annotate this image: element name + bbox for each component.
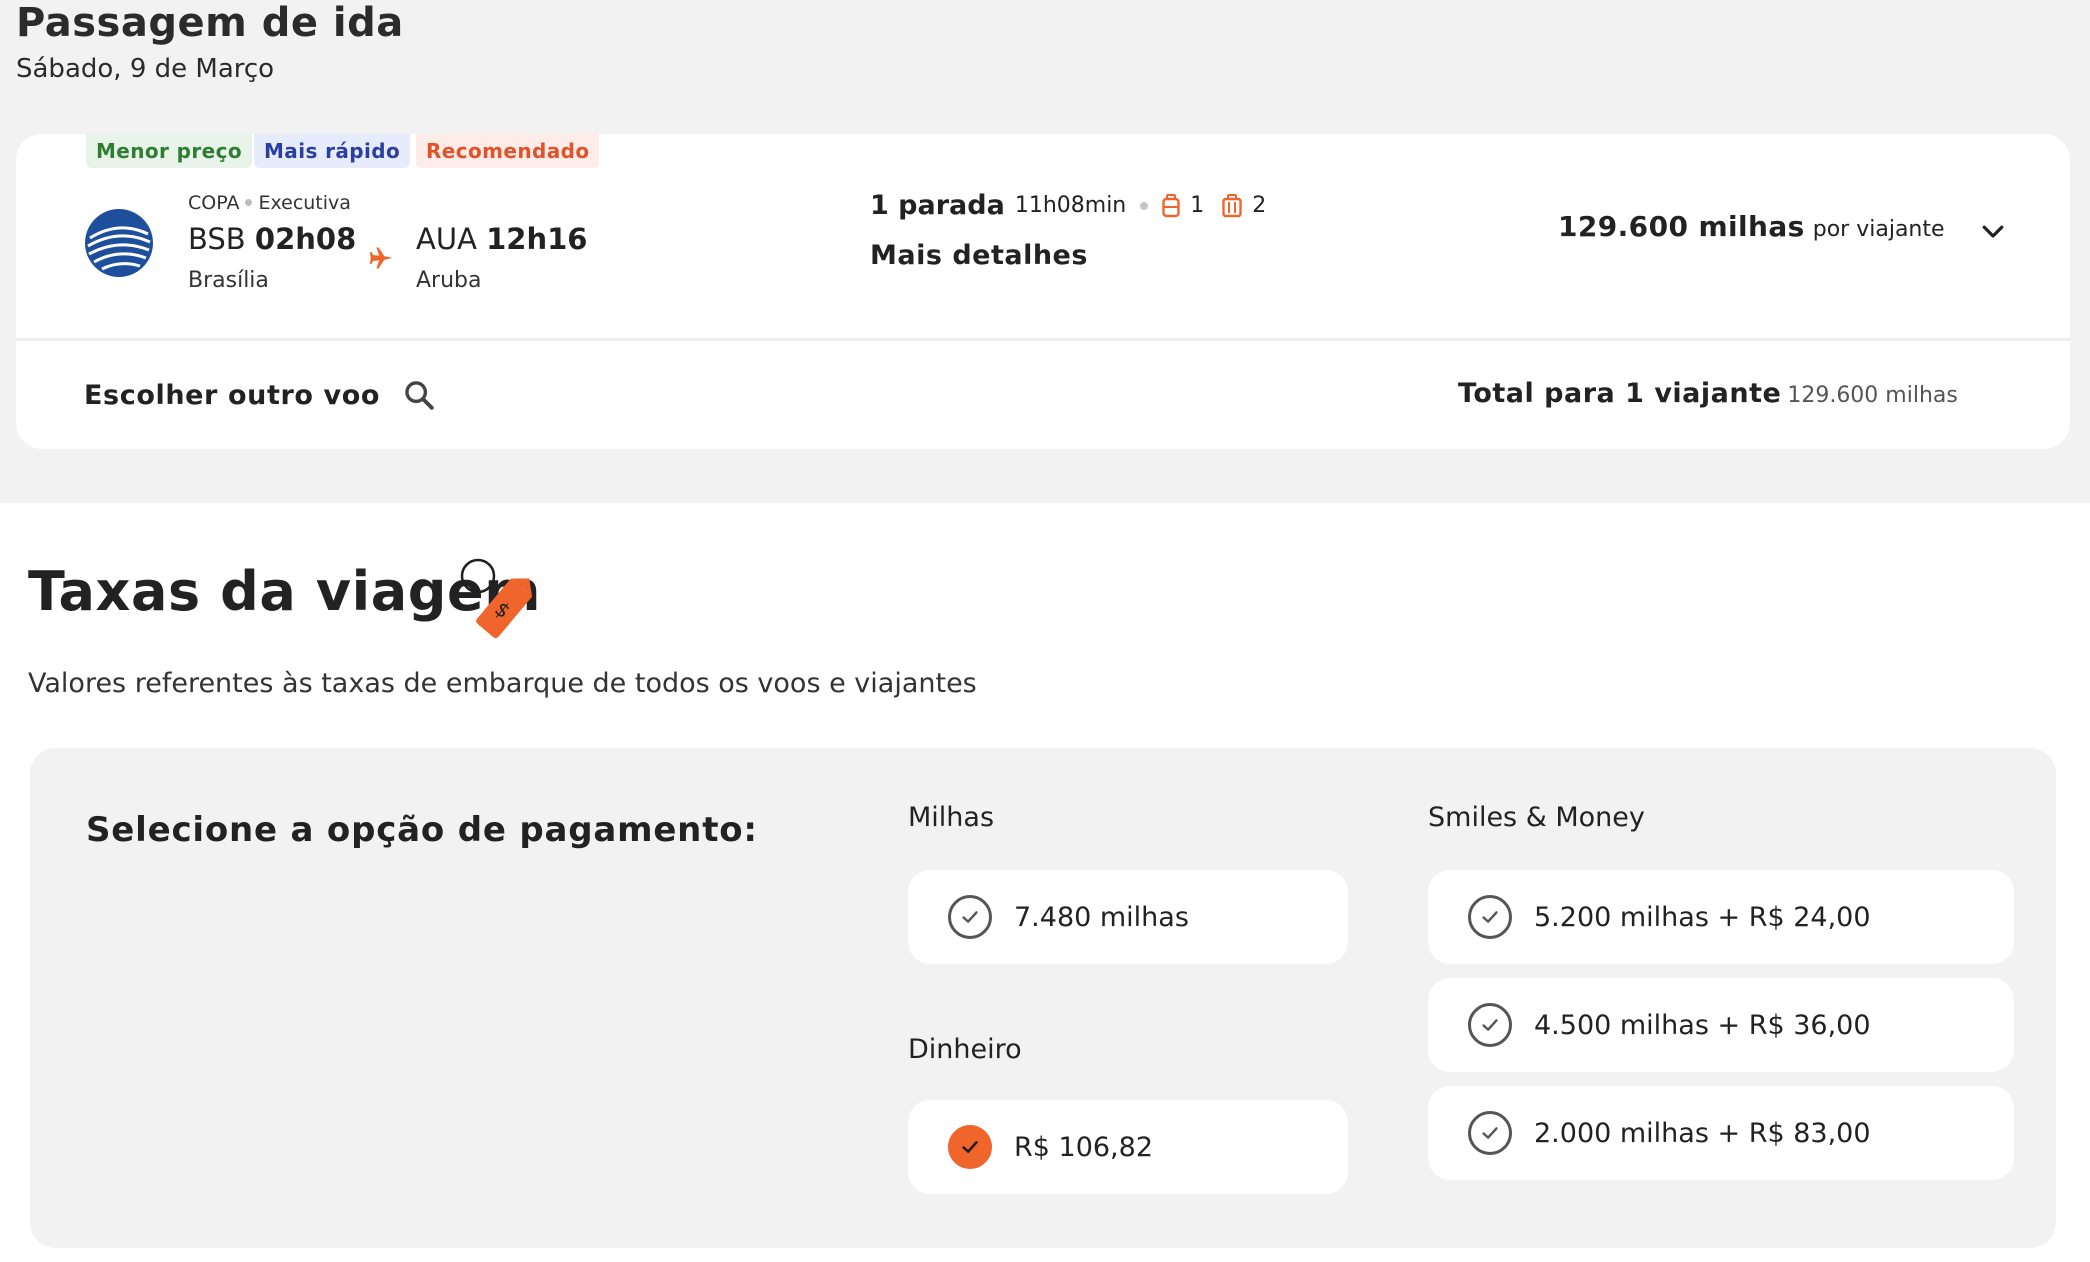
arrival-city: Aruba [416, 268, 482, 293]
flight-duration: 11h08min [1014, 193, 1127, 218]
check-icon [948, 1125, 992, 1169]
plane-icon [369, 247, 393, 269]
arrival-info: AUA 12h16 [416, 222, 587, 256]
flight-price: 129.600 milhas por viajante [1558, 210, 1945, 243]
carry-on-bag-icon [1162, 193, 1180, 217]
total-label: Total para 1 viajante [1458, 378, 1782, 409]
total-amount: 129.600 milhas [1787, 383, 1958, 408]
flight-date: Sábado, 9 de Março [16, 54, 275, 84]
badge-fastest: Mais rápido [254, 134, 411, 168]
flight-card[interactable]: Menor preço Mais rápido Recomendado COPA… [16, 134, 2070, 449]
payment-option-mixed-2[interactable]: 4.500 milhas + R$ 36,00 [1428, 978, 2014, 1072]
payment-option-mixed-1[interactable]: 5.200 milhas + R$ 24,00 [1428, 870, 2014, 964]
payment-option-miles[interactable]: 7.480 milhas [908, 870, 1348, 964]
more-details-link[interactable]: Mais detalhes [870, 240, 1088, 271]
separator-dot [245, 198, 253, 206]
payment-option-label: 7.480 milhas [1014, 901, 1189, 933]
mixed-column-label: Smiles & Money [1428, 802, 1645, 833]
departure-city: Brasília [188, 268, 269, 293]
fees-subtitle: Valores referentes às taxas de embarque … [28, 668, 977, 699]
choose-other-flight-button[interactable]: Escolher outro voo [84, 378, 436, 412]
separator-dot [1140, 201, 1149, 210]
payment-option-cash[interactable]: R$ 106,82 [908, 1100, 1348, 1194]
payment-option-label: 4.500 milhas + R$ 36,00 [1534, 1009, 1871, 1041]
checked-bag-count: 2 [1252, 193, 1267, 218]
search-icon [405, 381, 434, 410]
departure-info: BSB 02h08 [188, 222, 356, 256]
arrival-code: AUA [416, 222, 477, 256]
badge-recommended: Recomendado [416, 134, 600, 168]
chevron-down-icon[interactable] [1978, 216, 2008, 246]
choose-other-label: Escolher outro voo [84, 379, 381, 411]
cabin-class: Executiva [258, 192, 351, 214]
payment-option-label: R$ 106,82 [1014, 1131, 1153, 1163]
carry-on-count: 1 [1190, 193, 1205, 218]
stops-count: 1 parada [870, 190, 1005, 221]
price-suffix: por viajante [1812, 217, 1945, 242]
payment-option-label: 2.000 milhas + R$ 83,00 [1534, 1117, 1871, 1149]
checked-bag-icon [1222, 193, 1242, 217]
payment-heading: Selecione a opção de pagamento: [86, 810, 758, 850]
miles-column-label: Milhas [908, 802, 995, 833]
departure-code: BSB [188, 222, 246, 256]
airline-logo-icon [85, 209, 153, 277]
price-amount: 129.600 milhas [1558, 210, 1805, 243]
airline-name: COPA [188, 192, 240, 214]
check-icon [1468, 1003, 1512, 1047]
arrival-time: 12h16 [486, 222, 588, 256]
departure-time: 02h08 [254, 222, 357, 256]
page-title: Passagem de ida [16, 0, 404, 46]
check-icon [1468, 1111, 1512, 1155]
payment-option-mixed-3[interactable]: 2.000 milhas + R$ 83,00 [1428, 1086, 2014, 1180]
payment-options-panel: Selecione a opção de pagamento: Milhas 7… [30, 748, 2056, 1248]
card-divider [16, 338, 2070, 341]
check-icon [948, 895, 992, 939]
total-price: Total para 1 viajante 129.600 milhas [1458, 378, 1958, 409]
cash-column-label: Dinheiro [908, 1034, 1022, 1065]
badge-lowest-price: Menor preço [86, 134, 253, 168]
airline-and-cabin: COPA Executiva [188, 192, 351, 214]
check-icon [1468, 895, 1512, 939]
payment-option-label: 5.200 milhas + R$ 24,00 [1534, 901, 1871, 933]
carry-on-bag: 1 [1162, 193, 1204, 218]
flight-stops-info: 1 parada 11h08min 1 2 [870, 190, 1284, 221]
checked-bag: 2 [1222, 193, 1266, 218]
price-tag-icon: $ [460, 558, 533, 639]
